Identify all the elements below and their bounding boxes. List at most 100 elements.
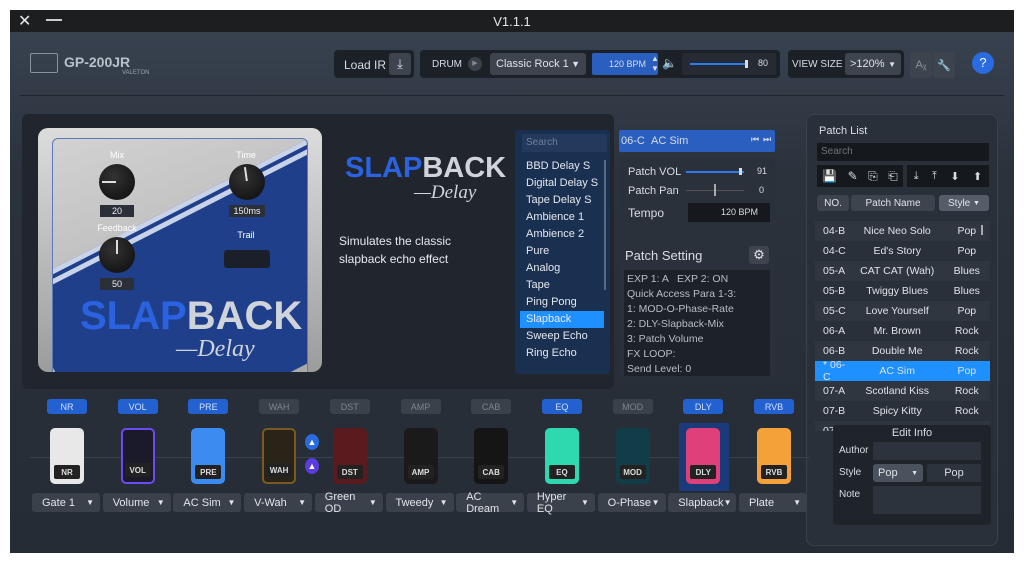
patch-vol-slider[interactable] — [686, 171, 744, 173]
model-select-nr[interactable]: Gate 1 ▼ — [32, 493, 100, 512]
move-down-icon[interactable]: ⬇ — [950, 170, 959, 183]
pedal-block-dst[interactable]: DST — [332, 428, 367, 484]
next-patch-icon[interactable]: ⏭ — [763, 134, 771, 145]
patch-vol-value: 91 — [757, 166, 768, 176]
block-toggle-mod[interactable]: MOD — [612, 399, 653, 414]
author-input[interactable] — [873, 442, 981, 460]
model-select-cab[interactable]: AC Dream ▼ — [456, 491, 525, 515]
block-toggle-nr[interactable]: NR — [47, 399, 87, 414]
pedal-block-mod[interactable]: MOD — [615, 428, 650, 484]
effect-list-item[interactable]: Ping Pong — [520, 294, 604, 311]
effect-list-item[interactable]: Slapback — [520, 311, 604, 328]
mix-knob[interactable] — [99, 164, 135, 200]
patch-search-input[interactable]: Search — [817, 143, 989, 161]
move-up-icon[interactable]: ⬆ — [973, 170, 982, 183]
effect-list-item[interactable]: Pure — [520, 243, 604, 260]
column-style[interactable]: Style ▼ — [939, 195, 989, 211]
export-icon[interactable]: ⎗ — [888, 169, 898, 184]
patch-row[interactable]: 04-C Ed's Story Pop — [815, 241, 990, 261]
patch-row[interactable]: 05-B Twiggy Blues Blues — [815, 281, 990, 301]
block-toggle-cab[interactable]: CAB — [471, 399, 512, 414]
block-toggle-rvb[interactable]: RVB — [754, 399, 794, 414]
effect-list-item[interactable]: Ambience 1 — [520, 209, 604, 226]
bpm-stepper-icon[interactable]: ▲ ▼ — [651, 54, 659, 74]
effect-search-input[interactable]: Search — [522, 134, 607, 152]
patch-row[interactable]: 05-A CAT CAT (Wah) Blues — [815, 261, 990, 281]
tempo-input[interactable]: 120 BPM — [688, 203, 770, 222]
style-select[interactable]: Pop ▼ — [873, 464, 923, 482]
model-select-mod[interactable]: O-Phase ▼ — [597, 493, 666, 512]
model-select-rvb[interactable]: Plate ▼ — [739, 493, 807, 512]
model-select-eq[interactable]: Hyper EQ ▼ — [526, 491, 595, 515]
effect-list-item[interactable]: Tape Delay S — [520, 192, 604, 209]
drum-group: DRUM ▶ Classic Rock 1 ▼ 120 BPM ▲ ▼ 🔈 80 — [420, 50, 780, 78]
pedal-block-amp[interactable]: AMP — [403, 428, 438, 484]
feedback-knob[interactable] — [99, 237, 135, 273]
effect-list-item[interactable]: Ambience 2 — [520, 226, 604, 243]
move-top-icon[interactable]: ⤒ — [932, 170, 937, 183]
fx-loop-insert-icon[interactable]: ▲ — [305, 434, 319, 450]
patch-row[interactable]: * 06-C AC Sim Pop — [815, 359, 990, 383]
effect-list-item[interactable]: Tape — [520, 277, 604, 294]
effect-list-item[interactable]: Digital Delay S — [520, 175, 604, 192]
model-select-dst[interactable]: Green OD ▼ — [314, 491, 383, 515]
view-size-select[interactable]: >120% ▼ — [845, 53, 901, 75]
patch-setting-button[interactable]: ⚙ — [749, 246, 769, 264]
style-input[interactable]: Pop — [927, 464, 981, 482]
block-toggle-dst[interactable]: DST — [329, 399, 370, 414]
effect-list-item[interactable]: BBD Delay S — [520, 158, 604, 175]
block-toggle-vol[interactable]: VOL — [117, 399, 158, 414]
load-ir-button[interactable]: ⤓ — [389, 53, 411, 75]
move-bottom-icon[interactable]: ⤓ — [914, 170, 919, 183]
patch-row[interactable]: 07-B Spicy Kitty Rock — [815, 401, 990, 421]
pedal-block-nr[interactable]: NR — [50, 428, 84, 484]
model-select-pre[interactable]: AC Sim ▼ — [173, 493, 242, 512]
patch-row[interactable]: 04-B Nice Neo Solo Pop — [815, 221, 990, 241]
effect-list-item[interactable]: Ring Echo — [520, 345, 604, 362]
pedal-block-cab[interactable]: CAB — [474, 428, 509, 484]
model-select-wah[interactable]: V-Wah ▼ — [244, 493, 313, 512]
save-icon[interactable]: 💾 — [822, 169, 837, 183]
help-icon[interactable]: ? — [972, 52, 994, 74]
patch-row[interactable]: 07-A Scotland Kiss Rock — [815, 381, 990, 401]
block-toggle-pre[interactable]: PRE — [188, 399, 229, 414]
scrollbar[interactable] — [604, 160, 606, 290]
model-select-dly[interactable]: Slapback ▼ — [668, 493, 737, 512]
effect-list-item[interactable]: Analog — [520, 260, 604, 277]
effect-list-item[interactable]: Sweep Echo — [520, 328, 604, 345]
pedal-block-dly[interactable]: DLY — [686, 428, 721, 484]
patch-row[interactable]: 05-C Love Yourself Pop — [815, 301, 990, 321]
prev-patch-icon[interactable]: ⏮ — [751, 134, 759, 145]
time-knob[interactable] — [229, 164, 265, 200]
fx-loop-insert-icon[interactable]: ▲ — [305, 458, 319, 474]
column-no[interactable]: NO. — [817, 195, 849, 211]
chevron-down-icon: ▼ — [793, 498, 801, 507]
patch-row[interactable]: 06-B Double Me Rock — [815, 341, 990, 361]
block-toggle-dly[interactable]: DLY — [683, 399, 724, 414]
column-patch-name[interactable]: Patch Name — [851, 195, 935, 211]
block-toggle-wah[interactable]: WAH — [259, 399, 300, 414]
drum-label: DRUM — [432, 59, 462, 70]
patch-row[interactable]: 06-A Mr. Brown Rock — [815, 321, 990, 341]
settings-button[interactable]: 🔧 — [933, 52, 955, 78]
bpm-input[interactable]: 120 BPM — [592, 53, 658, 75]
pedal-block-wah[interactable]: WAH — [262, 428, 297, 484]
patch-setting-line: EXP 1: A EXP 2: ON — [627, 273, 729, 285]
drum-pattern-select[interactable]: Classic Rock 1 ▼ — [490, 53, 586, 75]
trail-switch[interactable] — [224, 250, 270, 268]
import-icon[interactable]: ⎘ — [868, 169, 878, 184]
pedal-block-pre[interactable]: PRE — [191, 428, 226, 484]
block-toggle-eq[interactable]: EQ — [541, 399, 582, 414]
pedal-block-rvb[interactable]: RVB — [757, 428, 791, 484]
model-select-vol[interactable]: Volume ▼ — [102, 493, 171, 512]
font-size-button[interactable]: Aᵪ — [910, 52, 932, 78]
drum-volume-slider[interactable]: 80 — [682, 53, 776, 75]
pedal-block-eq[interactable]: EQ — [544, 428, 579, 484]
rename-icon[interactable]: ✎ — [848, 169, 858, 183]
note-input[interactable] — [873, 486, 981, 514]
pedal-block-vol[interactable]: VOL — [120, 428, 155, 484]
scrollbar[interactable] — [981, 225, 983, 235]
block-toggle-amp[interactable]: AMP — [400, 399, 441, 414]
drum-play-button[interactable]: ▶ — [468, 57, 482, 71]
model-select-amp[interactable]: Tweedy ▼ — [385, 493, 454, 512]
